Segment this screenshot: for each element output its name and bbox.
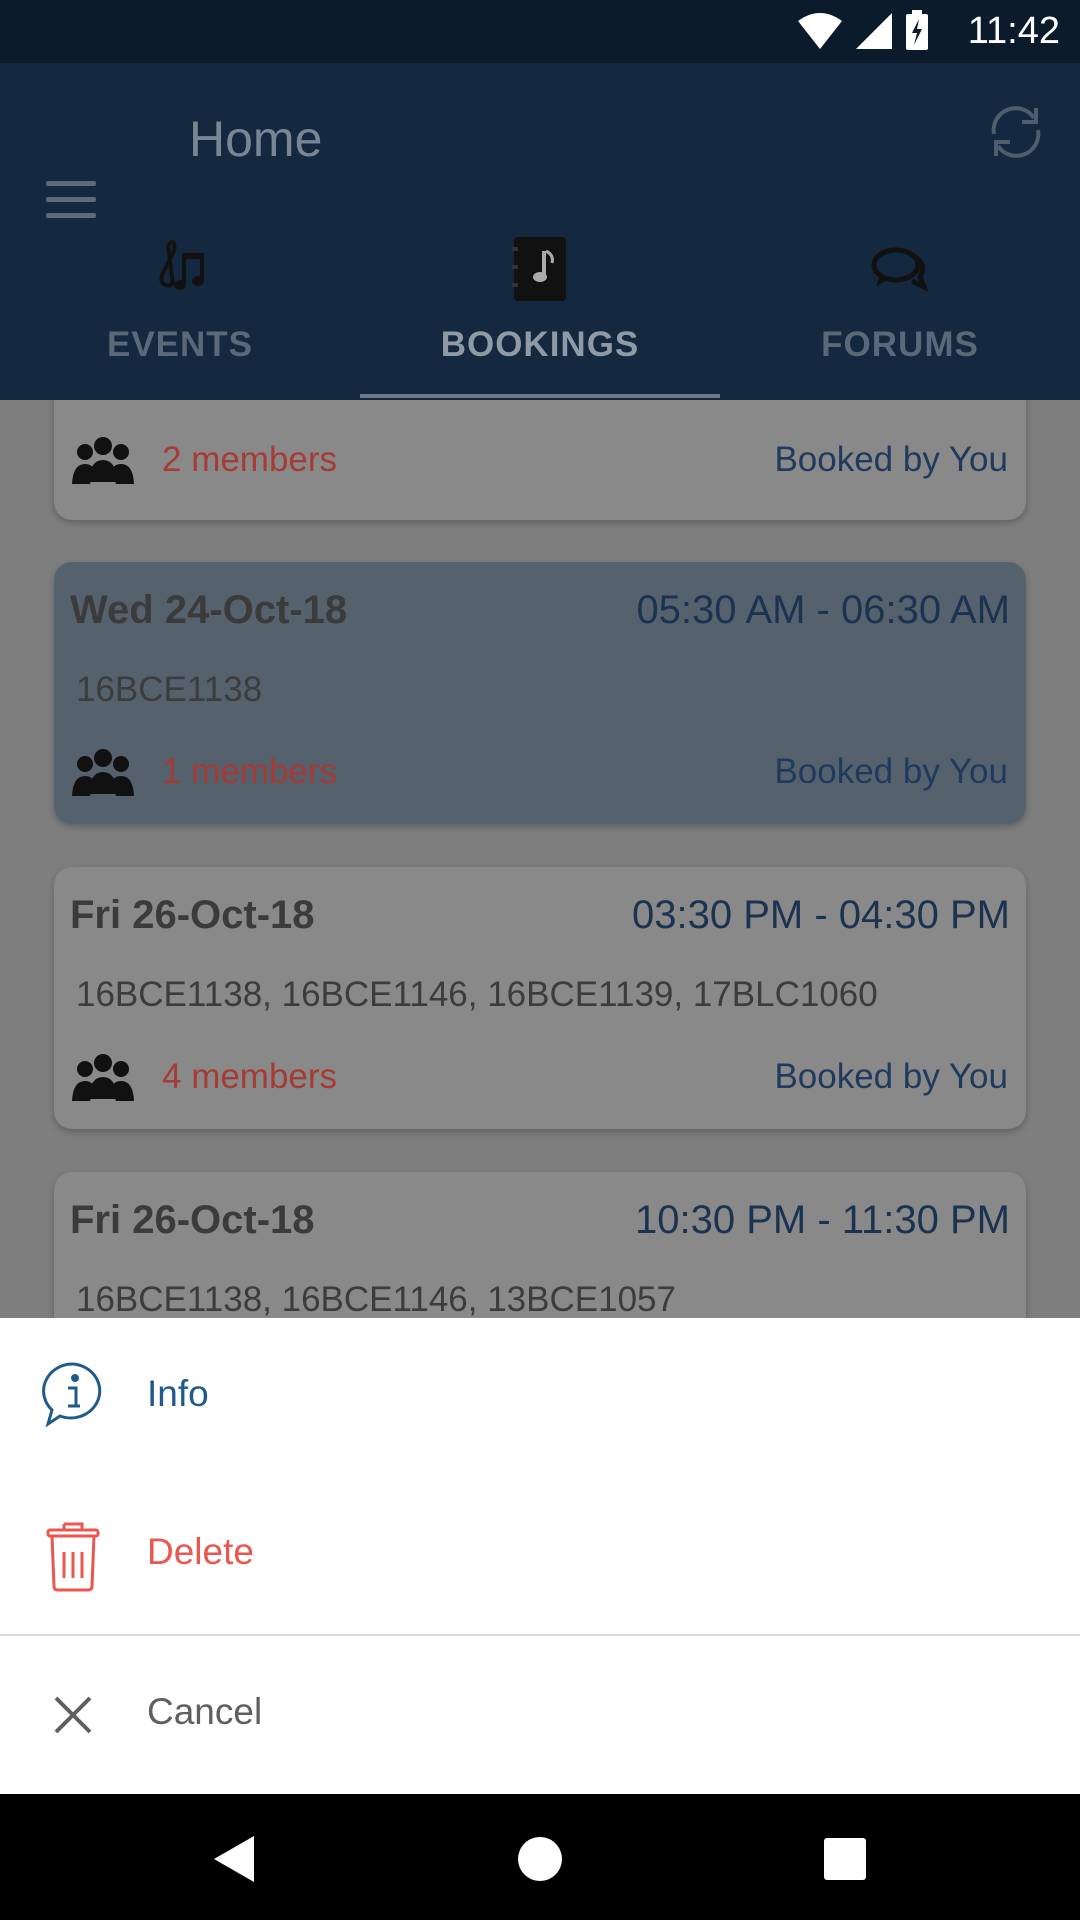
info-label: Info (147, 1373, 209, 1414)
home-icon[interactable] (505, 1824, 575, 1894)
booking-members-ids: 16BCE1138 (76, 670, 263, 709)
group-icon (72, 749, 134, 796)
cancel-label: Cancel (147, 1691, 263, 1732)
signal-icon (856, 13, 892, 49)
booked-by: Booked by You (774, 1057, 1008, 1096)
page-title: Home (189, 111, 323, 167)
members-count: 4 members (162, 1057, 338, 1096)
members-count: 1 members (162, 752, 338, 791)
booking-time: 03:30 PM - 04:30 PM (632, 893, 1010, 937)
music-book-icon (512, 237, 566, 301)
menu-icon-line (46, 213, 96, 218)
tab-forums-label: FORUMS (821, 325, 979, 364)
booking-date: Wed 24-Oct-18 (70, 588, 348, 632)
delete-label: Delete (147, 1531, 254, 1572)
group-icon (72, 1054, 134, 1101)
menu-button[interactable] (46, 181, 100, 221)
bookings-list: 2 members Booked by You Wed 24-Oct-18 05… (0, 400, 1080, 1318)
tab-bookings[interactable]: BOOKINGS (360, 225, 720, 400)
refresh-icon[interactable] (984, 100, 1048, 164)
tab-forums[interactable]: FORUMS (720, 225, 1080, 400)
trash-icon (46, 1522, 100, 1592)
tab-bar: EVENTS BOOKINGS FORUMS (0, 225, 1080, 400)
tab-events[interactable]: EVENTS (0, 225, 360, 400)
group-icon (72, 437, 134, 484)
booking-date: Fri 26-Oct-18 (70, 893, 315, 937)
back-icon[interactable] (200, 1824, 270, 1894)
members-count: 2 members (162, 440, 338, 479)
delete-action[interactable]: Delete (0, 1476, 1080, 1634)
booking-time: 05:30 AM - 06:30 AM (636, 588, 1010, 632)
booking-date: Fri 26-Oct-18 (70, 1198, 315, 1242)
booking-card-selected[interactable]: Wed 24-Oct-18 05:30 AM - 06:30 AM 16BCE1… (54, 562, 1026, 824)
booking-card[interactable]: 2 members Booked by You (54, 400, 1026, 520)
close-icon (54, 1696, 92, 1734)
booked-by: Booked by You (774, 440, 1008, 479)
recents-icon[interactable] (810, 1824, 880, 1894)
booking-card[interactable]: Fri 26-Oct-18 03:30 PM - 04:30 PM 16BCE1… (54, 867, 1026, 1129)
menu-icon-line (46, 197, 96, 202)
cancel-action[interactable]: Cancel (0, 1636, 1080, 1794)
chat-bubbles-icon (871, 247, 929, 293)
info-action[interactable]: Info (0, 1318, 1080, 1476)
action-sheet: Info Delete Cancel (0, 1318, 1080, 1794)
music-notes-icon (159, 240, 204, 290)
battery-icon (906, 10, 928, 50)
booking-card[interactable]: Fri 26-Oct-18 10:30 PM - 11:30 PM 16BCE1… (54, 1172, 1026, 1318)
booked-by: Booked by You (774, 752, 1008, 791)
tab-bookings-label: BOOKINGS (440, 325, 640, 364)
wifi-icon (798, 13, 842, 49)
tab-indicator (360, 394, 720, 398)
booking-time: 10:30 PM - 11:30 PM (635, 1198, 1010, 1242)
booking-members-ids: 16BCE1138, 16BCE1146, 16BCE1139, 17BLC10… (76, 975, 878, 1014)
info-icon (42, 1362, 102, 1428)
status-time: 11:42 (967, 10, 1060, 52)
status-bar: 11:42 (0, 0, 1080, 63)
status-icons (796, 10, 930, 52)
booking-members-ids: 16BCE1138, 16BCE1146, 13BCE1057 (76, 1280, 676, 1318)
menu-icon (46, 181, 96, 186)
tab-events-label: EVENTS (106, 325, 254, 364)
system-nav-bar (0, 1794, 1080, 1920)
